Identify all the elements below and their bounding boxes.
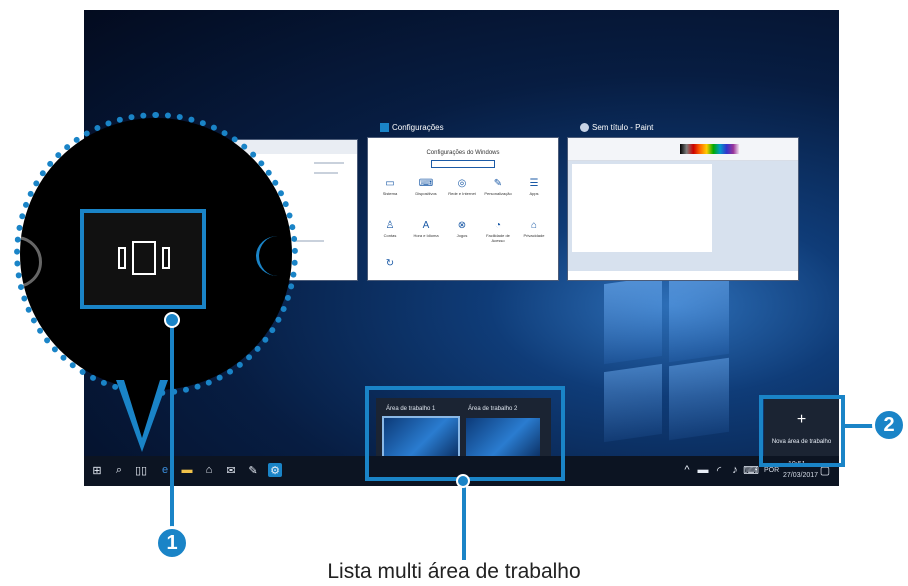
settings-item-devices[interactable]: ⌨ Dispositivos	[408, 178, 444, 196]
settings-item-gaming[interactable]: ⊗ Jogos	[444, 220, 480, 238]
explorer-row	[314, 162, 344, 164]
settings-item-time-language[interactable]: A Hora e Idioma	[408, 220, 444, 238]
settings-search-input[interactable]	[431, 160, 495, 168]
explorer-row	[314, 172, 338, 174]
chevron-up-icon[interactable]: ^	[680, 463, 694, 477]
settings-item-apps[interactable]: ☰ Apps	[516, 178, 552, 196]
callout-badge-2: 2	[872, 408, 906, 442]
keyboard-icon[interactable]: ⌨	[743, 463, 759, 477]
store-icon[interactable]: ⌂	[202, 463, 216, 477]
wifi-icon[interactable]: ◜	[712, 463, 726, 477]
settings-window-title: Configurações	[380, 123, 444, 133]
wallpaper-beam	[604, 363, 662, 443]
paint-app-icon	[580, 123, 589, 133]
start-windows-icon[interactable]: ⊞	[90, 463, 104, 477]
settings-item-system[interactable]: ▭ Sistema	[372, 178, 408, 196]
language-indicator[interactable]: POR	[764, 467, 779, 474]
paint-taskbar-icon[interactable]: ✎	[246, 463, 260, 477]
explorer-row	[294, 240, 324, 242]
wallpaper-beam	[669, 267, 729, 363]
paint-window-title: Sem título - Paint	[580, 123, 653, 133]
zoom-tail-inner	[124, 380, 160, 438]
wallpaper-beam	[669, 357, 729, 441]
settings-item-ease-of-access[interactable]: ◔ Facilidade de Acesso	[480, 220, 516, 243]
paint-canvas[interactable]	[572, 164, 712, 252]
battery-icon[interactable]: ▬	[696, 463, 710, 477]
task-view-icon[interactable]: ▯▯	[134, 463, 148, 477]
settings-app-icon	[380, 123, 389, 133]
mail-icon[interactable]: ✉	[224, 463, 238, 477]
caption-pointer-line	[462, 480, 466, 560]
caption-pointer-dot	[456, 474, 470, 488]
settings-item-personalization[interactable]: ✎ Personalização	[480, 178, 516, 196]
zoom-dotted-ring	[14, 112, 298, 396]
callout-1-dot	[164, 312, 180, 328]
settings-item-network[interactable]: ◎ Rede e Internet	[444, 178, 480, 196]
new-desktop-highlight	[759, 395, 845, 467]
desktop-list-highlight	[365, 386, 565, 481]
settings-item-update[interactable]: ↻	[372, 258, 408, 269]
settings-taskbar-icon[interactable]: ⚙	[268, 463, 282, 477]
settings-item-accounts[interactable]: ♙ Contas	[372, 220, 408, 238]
paint-color-palette[interactable]	[680, 144, 740, 154]
paint-window[interactable]: Sem título - Paint	[568, 123, 798, 280]
callout-1-line	[170, 318, 174, 530]
figure-caption: Lista multi área de trabalho	[327, 560, 581, 583]
callout-badge-1: 1	[155, 526, 189, 560]
search-icon[interactable]: ⌕	[112, 463, 126, 477]
clock-date[interactable]: 27/03/2017	[783, 472, 818, 479]
wallpaper-beam	[604, 275, 662, 365]
settings-window[interactable]: Configurações Configurações do Windows ▭…	[368, 123, 558, 280]
file-explorer-icon[interactable]: ▬	[180, 463, 194, 477]
settings-heading: Configurações do Windows	[426, 150, 500, 156]
volume-icon[interactable]: ♪	[728, 463, 742, 477]
settings-item-privacy[interactable]: ⌂ Privacidade	[516, 220, 552, 238]
